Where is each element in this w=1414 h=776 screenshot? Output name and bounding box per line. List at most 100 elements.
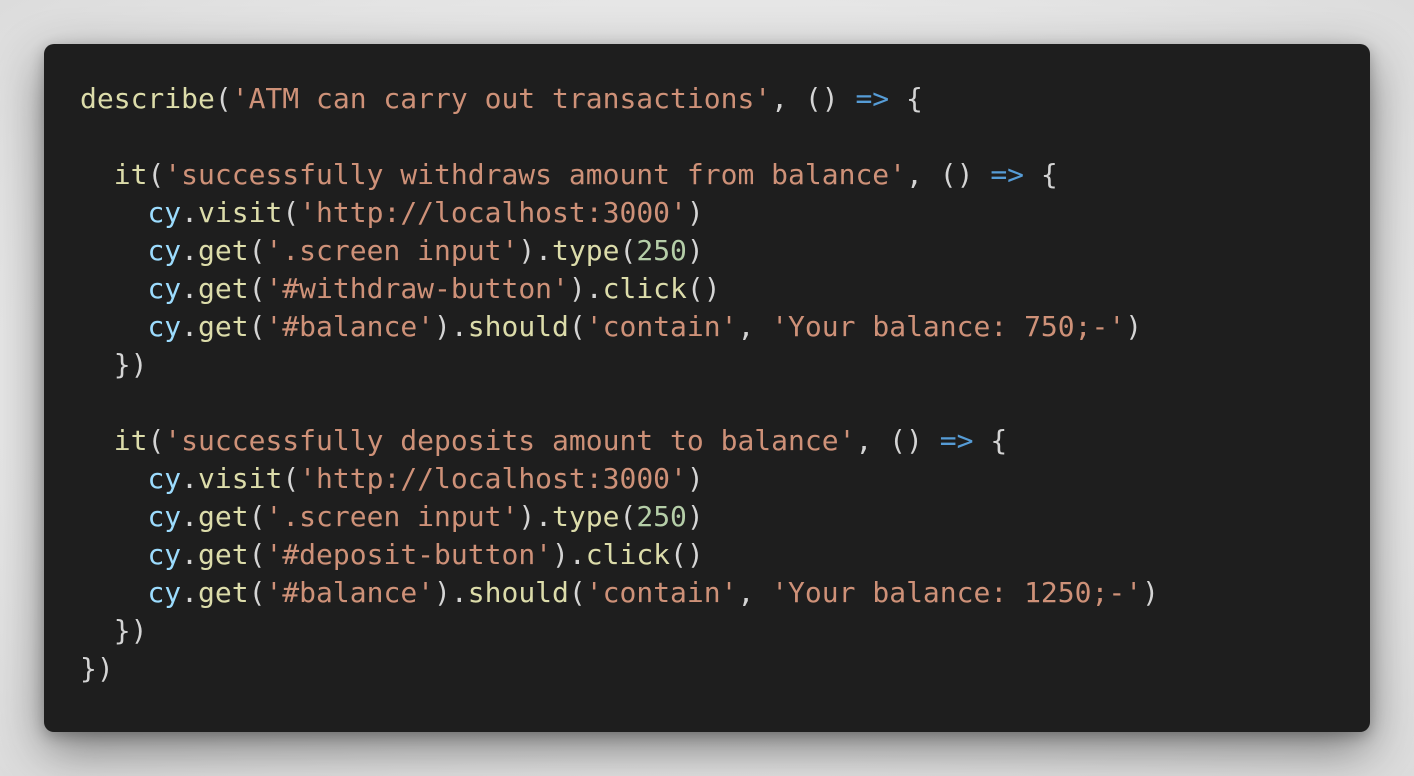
punctuation-token: ( xyxy=(248,272,266,305)
string-token: 'contain' xyxy=(585,576,738,609)
function-token: describe xyxy=(80,82,215,115)
punctuation-token: ). xyxy=(518,234,553,267)
variable-token: cy xyxy=(147,196,182,229)
function-token: visit xyxy=(198,462,283,495)
blank-code-line: ​ xyxy=(80,118,1370,156)
function-token: should xyxy=(467,310,569,343)
punctuation-token: ) xyxy=(686,234,704,267)
punctuation-token: ( xyxy=(619,234,637,267)
punctuation-token: () xyxy=(670,538,704,571)
code-snippet-window: describe ( 'ATM can carry out transactions… xyxy=(44,44,1370,732)
punctuation-token: , xyxy=(737,310,772,343)
punctuation-token: ( xyxy=(248,310,266,343)
string-token: '.screen input' xyxy=(265,500,519,533)
function-token: get xyxy=(198,538,249,571)
punctuation-token: ). xyxy=(552,538,586,571)
keyword-token: => xyxy=(939,424,974,457)
punctuation-token: . xyxy=(181,500,199,533)
punctuation-token: ) xyxy=(686,196,704,229)
punctuation-token xyxy=(80,500,147,533)
punctuation-token: { xyxy=(1024,158,1058,191)
string-token: '#withdraw-button' xyxy=(265,272,569,305)
punctuation-token: ( xyxy=(147,158,165,191)
function-token: it xyxy=(113,424,148,457)
punctuation-token: ( xyxy=(619,500,637,533)
punctuation-token: ( xyxy=(282,462,300,495)
punctuation-token: ( xyxy=(147,424,165,457)
punctuation-token: ). xyxy=(434,310,468,343)
punctuation-token: }) xyxy=(80,348,148,381)
string-token: '.screen input' xyxy=(265,234,519,267)
function-token: get xyxy=(198,500,249,533)
function-token: type xyxy=(552,234,620,267)
code-line: }) xyxy=(80,346,1370,384)
punctuation-token: ). xyxy=(568,272,603,305)
string-token: 'http://localhost:3000' xyxy=(299,462,687,495)
punctuation-token: { xyxy=(889,82,923,115)
function-token: get xyxy=(198,576,249,609)
punctuation-token: ). xyxy=(434,576,468,609)
code-line: cy.visit('http://localhost:3000') xyxy=(80,194,1370,232)
punctuation-token: }) xyxy=(80,652,114,685)
punctuation-token: ) xyxy=(686,500,704,533)
punctuation-token xyxy=(80,272,147,305)
punctuation-token: , () xyxy=(855,424,940,457)
function-token: click xyxy=(585,538,671,571)
string-token: 'successfully withdraws amount from bala… xyxy=(164,158,907,191)
number-token: 250 xyxy=(636,234,687,267)
punctuation-token: , () xyxy=(771,82,856,115)
punctuation-token: , xyxy=(737,576,772,609)
code-line: cy.visit('http://localhost:3000') xyxy=(80,460,1370,498)
punctuation-token xyxy=(80,158,114,191)
punctuation-token xyxy=(80,538,147,571)
function-token: get xyxy=(198,272,249,305)
variable-token: cy xyxy=(147,538,182,571)
punctuation-token: . xyxy=(181,272,199,305)
punctuation-token: . xyxy=(181,234,199,267)
code-line: }) xyxy=(80,650,1370,688)
punctuation-token xyxy=(80,196,147,229)
punctuation-token: . xyxy=(181,196,199,229)
punctuation-token: . xyxy=(181,538,199,571)
number-token: 250 xyxy=(636,500,687,533)
code-line: describe('ATM can carry out transactions… xyxy=(80,80,1370,118)
code-line: cy.get('#balance').should('contain', 'Yo… xyxy=(80,308,1370,346)
variable-token: cy xyxy=(147,272,182,305)
code-line: cy.get('.screen input').type(250) xyxy=(80,498,1370,536)
code-line: it('successfully withdraws amount from b… xyxy=(80,156,1370,194)
function-token: should xyxy=(467,576,569,609)
punctuation-token: ( xyxy=(568,310,586,343)
string-token: 'ATM can carry out transactions' xyxy=(231,82,772,115)
function-token: get xyxy=(198,234,249,267)
punctuation-token: () xyxy=(686,272,721,305)
code-line: cy.get('.screen input').type(250) xyxy=(80,232,1370,270)
function-token: get xyxy=(198,310,249,343)
punctuation-token: ( xyxy=(248,576,266,609)
string-token: '#deposit-button' xyxy=(265,538,553,571)
keyword-token: => xyxy=(855,82,890,115)
variable-token: cy xyxy=(147,234,182,267)
punctuation-token: ( xyxy=(568,576,586,609)
code-line: cy.get('#deposit-button').click() xyxy=(80,536,1370,574)
variable-token: cy xyxy=(147,462,182,495)
punctuation-token: }) xyxy=(80,614,148,647)
variable-token: cy xyxy=(147,576,182,609)
punctuation-token: ( xyxy=(248,500,266,533)
function-token: click xyxy=(602,272,687,305)
punctuation-token xyxy=(80,462,147,495)
keyword-token: => xyxy=(990,158,1025,191)
function-token: visit xyxy=(198,196,283,229)
punctuation-token: . xyxy=(181,310,199,343)
punctuation-token: ( xyxy=(248,234,266,267)
punctuation-token: ) xyxy=(1142,576,1159,609)
string-token: 'contain' xyxy=(585,310,738,343)
variable-token: cy xyxy=(147,310,182,343)
punctuation-token: . xyxy=(181,462,199,495)
punctuation-token xyxy=(80,424,114,457)
punctuation-token: { xyxy=(973,424,1008,457)
string-token: '#balance' xyxy=(265,576,435,609)
string-token: 'Your balance: 1250;-' xyxy=(771,576,1143,609)
punctuation-token: ). xyxy=(518,500,553,533)
punctuation-token xyxy=(80,234,147,267)
code-line: }) xyxy=(80,612,1370,650)
